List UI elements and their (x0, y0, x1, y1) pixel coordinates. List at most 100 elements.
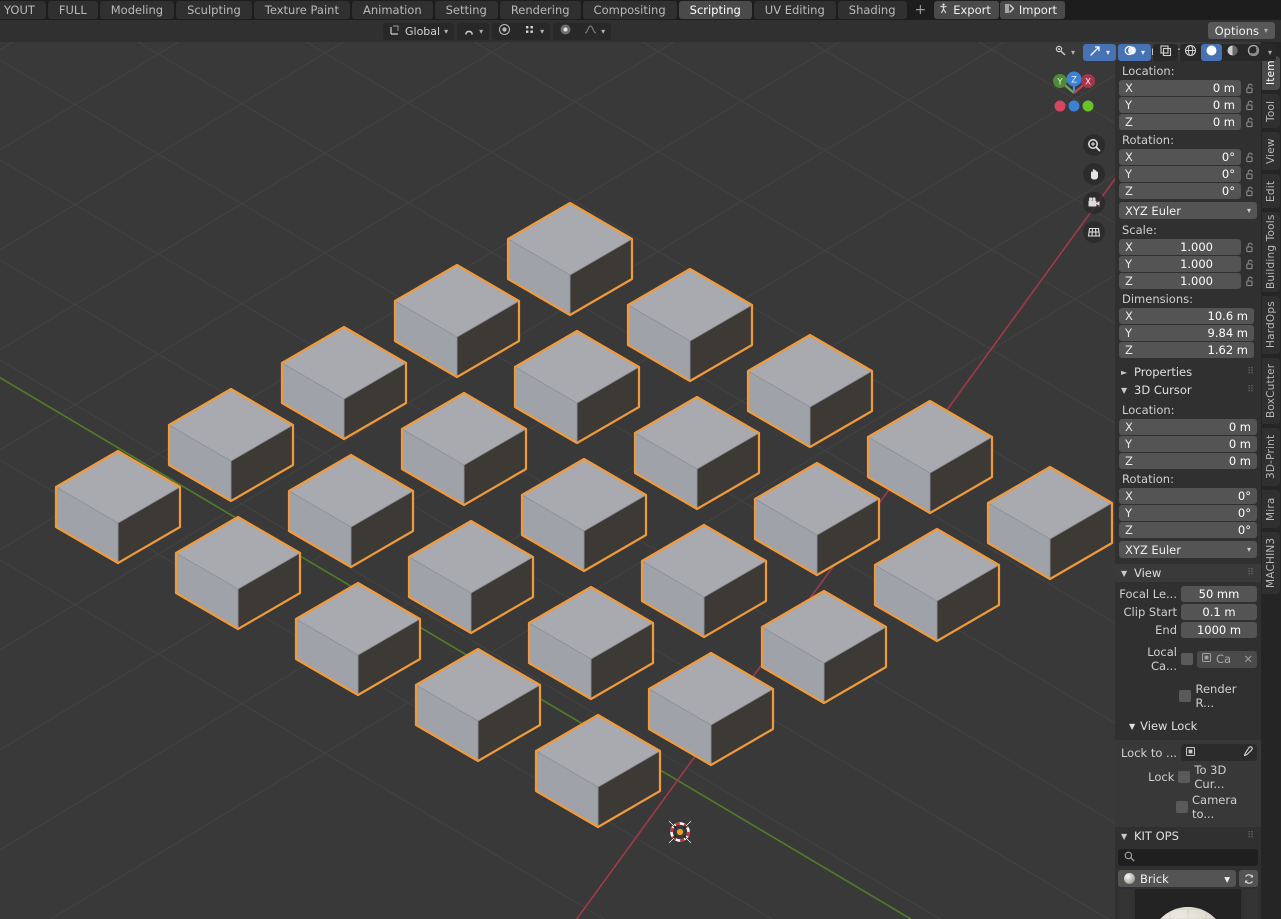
kpack-preview[interactable] (1135, 889, 1241, 919)
cube-7[interactable] (400, 391, 528, 507)
lock-open-icon[interactable] (1244, 117, 1257, 128)
cursor-location-y-field[interactable]: Y 0 m (1119, 436, 1257, 452)
proportional-toggle[interactable] (553, 22, 579, 40)
scale-z-field[interactable]: Z 1.000 (1119, 273, 1241, 289)
cube-17[interactable] (640, 523, 768, 639)
cursor-rotation-y-field[interactable]: Y 0° (1119, 505, 1257, 521)
local-camera-checkbox[interactable] (1181, 653, 1193, 665)
cube-22[interactable] (760, 589, 888, 705)
rotation-x-field[interactable]: X 0° (1119, 149, 1241, 165)
cube-24[interactable] (986, 465, 1114, 581)
rotation-z-field[interactable]: Z 0° (1119, 183, 1241, 199)
kitops-header[interactable]: ▼ KIT OPS ⠿ (1115, 827, 1261, 845)
snap-magnet-button[interactable]: ▾ (457, 22, 490, 40)
rotation-y-field[interactable]: Y 0° (1119, 166, 1241, 182)
workspace-tab-shading[interactable]: Shading (837, 1, 907, 19)
cursor-rotation-x-field[interactable]: X 0° (1119, 488, 1257, 504)
tab-mira[interactable]: Mira (1262, 490, 1280, 528)
lock-open-icon[interactable] (1244, 152, 1257, 163)
add-workspace-button[interactable]: + (909, 1, 933, 19)
shading-mode-group[interactable]: ▾ (1179, 43, 1276, 61)
overlays-toggle-button[interactable]: ▾ (1117, 43, 1151, 61)
proportional-falloff-group[interactable]: ▾ (553, 22, 612, 40)
cube-6[interactable] (287, 453, 415, 569)
cube-9[interactable] (626, 267, 754, 383)
toggle-ortho-button[interactable] (1083, 221, 1105, 243)
snap-target-button[interactable]: ▾ (517, 22, 551, 40)
lock-to-3d-cursor-checkbox[interactable] (1178, 771, 1191, 783)
export-button[interactable]: Export (934, 1, 999, 19)
cube-0[interactable] (54, 449, 182, 565)
kpack-dropdown[interactable]: Brick ▾ (1118, 870, 1236, 887)
cube-array[interactable] (0, 42, 1115, 919)
lock-open-icon[interactable] (1244, 259, 1257, 270)
camera-to-view-checkbox[interactable] (1176, 801, 1189, 813)
import-button[interactable]: Import (999, 1, 1066, 19)
tab-view[interactable]: View (1262, 132, 1280, 170)
gizmo-toggle-button[interactable]: ▾ (1082, 43, 1116, 61)
workspace-tab-full[interactable]: FULL (47, 1, 98, 19)
dimensions-y-field[interactable]: Y 9.84 m (1119, 325, 1254, 341)
zoom-button[interactable] (1083, 134, 1105, 156)
clip-end-value[interactable]: 1000 m (1181, 622, 1257, 638)
cube-12[interactable] (520, 457, 648, 573)
cube-3[interactable] (393, 263, 521, 379)
falloff-curve-button[interactable]: ▾ (578, 22, 612, 40)
shading-rendered-button[interactable] (1242, 43, 1264, 61)
cursor-location-z-field[interactable]: Z 0 m (1119, 453, 1257, 469)
cube-1[interactable] (167, 387, 295, 503)
navigation-gizmo[interactable]: Y Z X (1043, 62, 1105, 124)
workspace-tab-uv-editing[interactable]: UV Editing (753, 1, 836, 19)
clip-start-value[interactable]: 0.1 m (1181, 604, 1257, 620)
properties-header[interactable]: ► Properties ⠿ (1115, 363, 1261, 381)
xray-toggle-button[interactable] (1152, 43, 1178, 61)
proportional-editing-group[interactable]: ▾ (492, 22, 551, 40)
workspace-tab-scripting[interactable]: Scripting (678, 1, 752, 19)
grip-dots-icon[interactable]: ⠿ (1247, 568, 1255, 578)
cube-23[interactable] (873, 527, 1001, 643)
lock-open-icon[interactable] (1244, 276, 1257, 287)
cursor-location-x-field[interactable]: X 0 m (1119, 419, 1257, 435)
lock-open-icon[interactable] (1244, 83, 1257, 94)
workspace-tab-rendering[interactable]: Rendering (499, 1, 581, 19)
tab-3d-print[interactable]: 3D-Print (1262, 428, 1280, 486)
lock-open-icon[interactable] (1244, 186, 1257, 197)
cube-11[interactable] (407, 519, 535, 635)
snap-group[interactable]: ▾ (457, 22, 490, 40)
cube-16[interactable] (527, 585, 655, 701)
cube-15[interactable] (414, 647, 542, 763)
cube-13[interactable] (633, 395, 761, 511)
kitops-search-input[interactable] (1118, 849, 1258, 866)
camera-view-button[interactable] (1083, 192, 1105, 214)
tab-hardops[interactable]: HardOps (1262, 296, 1280, 354)
tab-building-tools[interactable]: Building Tools (1262, 212, 1280, 292)
grip-dots-icon[interactable]: ⠿ (1247, 367, 1255, 377)
visibility-button[interactable]: ▾ (1048, 44, 1081, 61)
workspace-tab-layout[interactable]: YOUT (0, 1, 46, 19)
lock-open-icon[interactable] (1244, 169, 1257, 180)
eyedropper-icon[interactable] (1242, 745, 1253, 760)
cube-14[interactable] (746, 333, 874, 449)
location-z-field[interactable]: Z 0 m (1119, 114, 1241, 130)
shading-material-button[interactable] (1221, 43, 1243, 61)
grip-dots-icon[interactable]: ⠿ (1247, 831, 1255, 841)
cursor-rotation-mode-dropdown[interactable]: XYZ Euler ▾ (1119, 541, 1257, 558)
tab-machin3[interactable]: MACHIN3 (1262, 532, 1280, 594)
shading-wireframe-button[interactable] (1179, 43, 1201, 61)
grip-dots-icon[interactable]: ⠿ (1247, 385, 1255, 395)
focal-length-value[interactable]: 50 mm (1181, 586, 1257, 602)
transform-orientation-dropdown[interactable]: Global ▾ (383, 22, 455, 40)
workspace-tab-modeling[interactable]: Modeling (99, 1, 175, 19)
location-y-field[interactable]: Y 0 m (1119, 97, 1241, 113)
rotation-mode-dropdown[interactable]: XYZ Euler ▾ (1119, 202, 1257, 219)
cube-5[interactable] (174, 515, 302, 631)
cube-19[interactable] (866, 399, 994, 515)
cube-20[interactable] (534, 713, 662, 829)
tab-boxcutter[interactable]: BoxCutter (1262, 358, 1280, 424)
cube-4[interactable] (506, 201, 634, 317)
workspace-tab-texture-paint[interactable]: Texture Paint (253, 1, 350, 19)
scale-y-field[interactable]: Y 1.000 (1119, 256, 1241, 272)
view-header[interactable]: ▼ View ⠿ (1115, 564, 1261, 582)
refresh-button[interactable] (1239, 870, 1258, 887)
tab-tool[interactable]: Tool (1262, 94, 1280, 128)
